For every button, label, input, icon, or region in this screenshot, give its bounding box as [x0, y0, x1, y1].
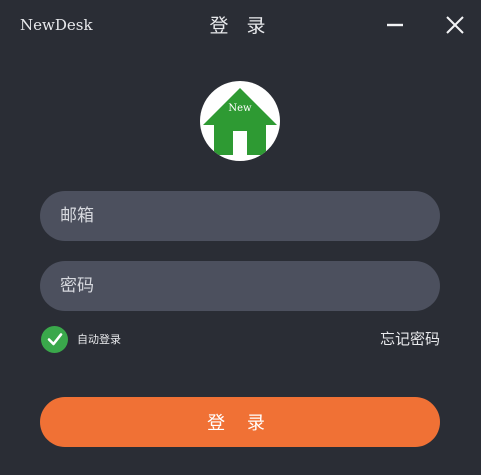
- app-logo: New: [200, 81, 280, 161]
- app-name: NewDesk: [20, 16, 93, 34]
- password-input[interactable]: [60, 261, 420, 311]
- logo-text: New: [228, 103, 252, 114]
- login-button[interactable]: 登 录: [40, 397, 440, 447]
- close-icon: [446, 16, 464, 34]
- checkmark-icon: [41, 325, 68, 353]
- email-field[interactable]: [40, 191, 440, 241]
- minimize-icon: [387, 23, 403, 27]
- auto-login-label: 自动登录: [77, 333, 121, 346]
- forgot-password-link[interactable]: 忘记密码: [380, 329, 440, 349]
- minimize-button[interactable]: [385, 14, 407, 36]
- login-window: NewDesk 登 录 New 自动登录 忘记密码 登 录: [0, 0, 481, 475]
- email-input[interactable]: [60, 191, 420, 241]
- close-button[interactable]: [444, 14, 466, 36]
- house-icon: [203, 88, 277, 155]
- password-field[interactable]: [40, 261, 440, 311]
- auto-login-checkbox[interactable]: 自动登录: [41, 325, 121, 353]
